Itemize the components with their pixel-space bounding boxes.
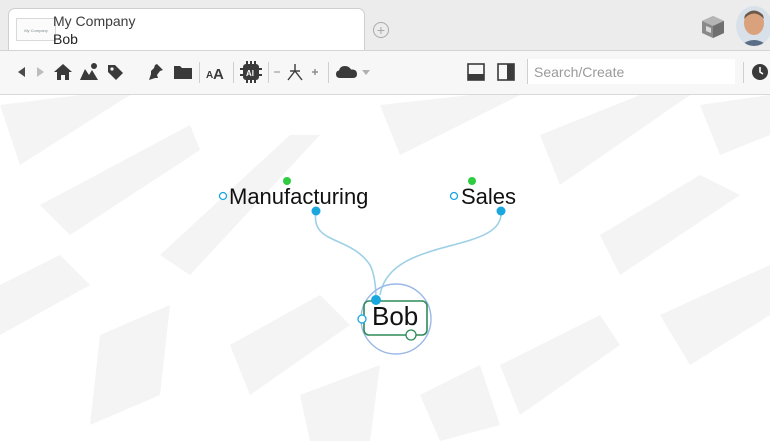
tab-subtitle: Bob xyxy=(53,31,78,47)
new-tab-button[interactable]: + xyxy=(373,22,389,38)
node-sales[interactable]: Sales xyxy=(461,184,516,210)
mind-map-canvas[interactable]: Manufacturing Sales Bob xyxy=(0,95,770,441)
toolbar-separator xyxy=(199,62,200,83)
font-size-icon[interactable]: AA xyxy=(205,61,227,83)
home-icon[interactable] xyxy=(53,61,73,83)
svg-text:A: A xyxy=(213,66,224,83)
svg-text:AI: AI xyxy=(246,69,254,78)
pin-icon[interactable] xyxy=(146,61,166,83)
plus-icon[interactable] xyxy=(310,61,320,83)
toolbar-separator xyxy=(268,62,269,83)
connection-handle[interactable] xyxy=(449,191,459,201)
forward-icon[interactable] xyxy=(34,61,48,83)
history-icon[interactable] xyxy=(750,61,770,83)
avatar[interactable] xyxy=(736,6,770,46)
panel-right-icon[interactable] xyxy=(496,61,516,83)
map-icon[interactable] xyxy=(78,61,100,83)
dropdown-icon[interactable] xyxy=(361,61,371,83)
tab-thumbnail: My Company xyxy=(16,18,56,41)
tab-my-company[interactable]: My Company My Company Bob xyxy=(8,8,365,50)
cube-icon[interactable] xyxy=(700,14,726,40)
connector-layer xyxy=(218,177,506,355)
tab-title: My Company xyxy=(53,13,136,29)
connection-handle[interactable] xyxy=(218,191,228,201)
connection-handle[interactable] xyxy=(357,314,367,324)
layout-icon[interactable] xyxy=(284,61,306,83)
folder-icon[interactable] xyxy=(173,61,193,83)
tag-icon[interactable] xyxy=(105,61,125,83)
tab-bar: My Company My Company Bob + xyxy=(0,0,770,51)
minus-icon[interactable] xyxy=(272,61,282,83)
node-manufacturing[interactable]: Manufacturing xyxy=(229,184,368,210)
back-icon[interactable] xyxy=(16,61,34,83)
toolbar-separator xyxy=(233,62,234,83)
connector-line xyxy=(314,210,377,301)
node-central[interactable]: Bob xyxy=(372,301,418,332)
toolbar-separator xyxy=(328,62,329,83)
panel-bottom-icon[interactable] xyxy=(466,61,486,83)
search-input[interactable] xyxy=(527,59,735,84)
ai-icon[interactable]: AI xyxy=(239,61,263,83)
toolbar-separator xyxy=(743,62,744,83)
cloud-icon[interactable] xyxy=(335,61,359,83)
connector-line xyxy=(379,210,502,296)
toolbar: AA AI xyxy=(0,51,770,95)
